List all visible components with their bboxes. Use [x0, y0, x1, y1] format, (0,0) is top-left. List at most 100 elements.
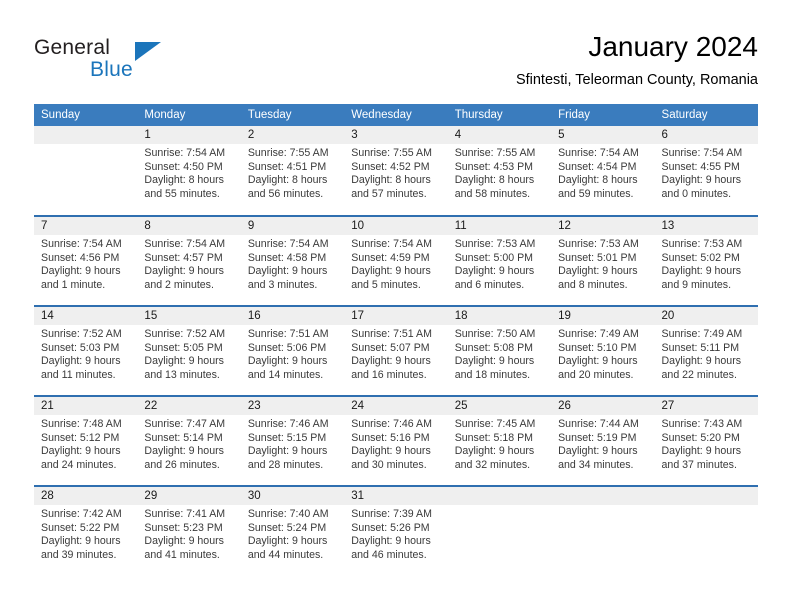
day-sun-info: Sunrise: 7:53 AM Sunset: 5:01 PM Daylight:…: [551, 235, 654, 292]
calendar-day-cell[interactable]: 30 Sunrise: 7:40 AM Sunset: 5:24 PM Dayligh…: [240, 485, 345, 576]
day-number: 26: [551, 397, 655, 415]
calendar-day-cell[interactable]: 29 Sunrise: 7:41 AM Sunset: 5:23 PM Dayligh…: [137, 485, 241, 576]
calendar-day-cell[interactable]: 16 Sunrise: 7:51 AM Sunset: 5:06 PM Dayligh…: [240, 305, 345, 396]
sunrise-text: Sunrise: 7:40 AM: [247, 508, 329, 520]
sunset-text: Sunset: 4:50 PM: [144, 160, 223, 173]
weekday-header-thursday: Thursday: [447, 104, 552, 126]
day-sun-info: Sunrise: 7:51 AM Sunset: 5:06 PM Daylight:…: [241, 325, 344, 382]
daylight-text-line1: Daylight: 9 hours: [558, 265, 638, 278]
day-number: 19: [551, 307, 655, 325]
sunset-text: Sunset: 4:52 PM: [351, 160, 430, 173]
day-sun-info: Sunrise: 7:47 AM Sunset: 5:14 PM Daylight:…: [137, 415, 240, 472]
daylight-text-line2: and 9 minutes.: [661, 278, 732, 291]
sunrise-text: Sunrise: 7:54 AM: [661, 147, 743, 159]
calendar-week-row: 14 Sunrise: 7:52 AM Sunset: 5:03 PM Dayligh…: [34, 305, 758, 396]
daylight-text-line1: Daylight: 9 hours: [247, 445, 328, 458]
sunset-text: Sunset: 5:19 PM: [558, 431, 637, 444]
day-number: 23: [240, 397, 345, 415]
calendar-day-cell[interactable]: 14 Sunrise: 7:52 AM Sunset: 5:03 PM Dayligh…: [34, 305, 138, 396]
daylight-text-line2: and 32 minutes.: [454, 458, 531, 471]
sunrise-text: Sunrise: 7:43 AM: [661, 418, 743, 430]
day-number: 18: [447, 307, 552, 325]
calendar-day-cell[interactable]: 10 Sunrise: 7:54 AM Sunset: 4:59 PM Dayligh…: [344, 215, 448, 306]
daylight-text-line2: and 3 minutes.: [247, 278, 318, 291]
daylight-text-line1: Daylight: 8 hours: [144, 174, 224, 187]
calendar-day-cell[interactable]: 22 Sunrise: 7:47 AM Sunset: 5:14 PM Dayligh…: [137, 395, 241, 486]
calendar-day-cell[interactable]: 4 Sunrise: 7:55 AM Sunset: 4:53 PM Daylight…: [447, 126, 552, 216]
calendar-week-row: 1 Sunrise: 7:54 AM Sunset: 4:50 PM Daylight…: [34, 126, 758, 216]
day-sun-info: Sunrise: 7:49 AM Sunset: 5:10 PM Daylight:…: [551, 325, 654, 382]
calendar-day-cell[interactable]: 13 Sunrise: 7:53 AM Sunset: 5:02 PM Dayligh…: [654, 215, 758, 306]
day-number: 9: [240, 217, 345, 235]
calendar-day-cell[interactable]: 23 Sunrise: 7:46 AM Sunset: 5:15 PM Dayligh…: [240, 395, 345, 486]
page-subtitle: Sfintesti, Teleorman County, Romania: [515, 72, 758, 88]
calendar-day-cell[interactable]: 18 Sunrise: 7:50 AM Sunset: 5:08 PM Dayligh…: [447, 305, 552, 396]
calendar-day-cell[interactable]: 27 Sunrise: 7:43 AM Sunset: 5:20 PM Dayligh…: [654, 395, 758, 486]
daylight-text-line2: and 28 minutes.: [247, 458, 324, 471]
daylight-text-line1: Daylight: 9 hours: [247, 535, 328, 548]
daylight-text-line2: and 26 minutes.: [144, 458, 220, 471]
day-sun-info: Sunrise: 7:54 AM Sunset: 4:54 PM Daylight:…: [551, 144, 654, 201]
sunrise-text: Sunrise: 7:54 AM: [144, 147, 226, 159]
daylight-text-line1: Daylight: 9 hours: [558, 355, 638, 368]
day-sun-info: Sunrise: 7:54 AM Sunset: 4:56 PM Daylight:…: [34, 235, 137, 292]
sunrise-text: Sunrise: 7:53 AM: [454, 238, 536, 250]
day-number: 11: [447, 217, 552, 235]
calendar-day-cell[interactable]: 25 Sunrise: 7:45 AM Sunset: 5:18 PM Dayligh…: [447, 395, 552, 486]
daylight-text-line2: and 58 minutes.: [454, 187, 531, 200]
day-number: 22: [137, 397, 241, 415]
daylight-text-line2: and 14 minutes.: [247, 368, 324, 381]
calendar-day-cell[interactable]: 31 Sunrise: 7:39 AM Sunset: 5:26 PM Dayligh…: [344, 485, 448, 576]
day-number: 2: [240, 126, 345, 144]
calendar-day-cell[interactable]: 1 Sunrise: 7:54 AM Sunset: 4:50 PM Daylight…: [137, 126, 241, 216]
day-sun-info: Sunrise: 7:53 AM Sunset: 5:02 PM Daylight:…: [655, 235, 758, 292]
calendar-day-cell[interactable]: 11 Sunrise: 7:53 AM Sunset: 5:00 PM Dayligh…: [447, 215, 552, 306]
day-number: 17: [344, 307, 448, 325]
day-number: 7: [34, 217, 138, 235]
daylight-text-line2: and 39 minutes.: [41, 548, 117, 561]
daylight-text-line2: and 11 minutes.: [41, 368, 116, 381]
daylight-text-line2: and 20 minutes.: [558, 368, 634, 381]
calendar-day-cell[interactable]: 17 Sunrise: 7:51 AM Sunset: 5:07 PM Dayligh…: [344, 305, 448, 396]
sunset-text: Sunset: 4:59 PM: [351, 251, 430, 264]
daylight-text-line1: Daylight: 9 hours: [144, 265, 224, 278]
day-sun-info: Sunrise: 7:44 AM Sunset: 5:19 PM Daylight:…: [551, 415, 654, 472]
calendar-day-cell[interactable]: 5 Sunrise: 7:54 AM Sunset: 4:54 PM Daylight…: [551, 126, 655, 216]
calendar-day-cell[interactable]: 6 Sunrise: 7:54 AM Sunset: 4:55 PM Daylight…: [654, 126, 758, 216]
calendar-day-cell[interactable]: 19 Sunrise: 7:49 AM Sunset: 5:10 PM Dayligh…: [551, 305, 655, 396]
calendar-day-cell[interactable]: 3 Sunrise: 7:55 AM Sunset: 4:52 PM Daylight…: [344, 126, 448, 216]
calendar-day-cell[interactable]: 15 Sunrise: 7:52 AM Sunset: 5:05 PM Dayligh…: [137, 305, 241, 396]
day-number: 13: [654, 217, 758, 235]
calendar-day-cell[interactable]: 21 Sunrise: 7:48 AM Sunset: 5:12 PM Dayligh…: [34, 395, 138, 486]
day-number: 15: [137, 307, 241, 325]
calendar-day-cell[interactable]: 24 Sunrise: 7:46 AM Sunset: 5:16 PM Dayligh…: [344, 395, 448, 486]
calendar-day-cell[interactable]: 9 Sunrise: 7:54 AM Sunset: 4:58 PM Daylight…: [240, 215, 345, 306]
day-sun-info: Sunrise: 7:39 AM Sunset: 5:26 PM Daylight:…: [344, 505, 447, 562]
calendar-day-cell[interactable]: 20 Sunrise: 7:49 AM Sunset: 5:11 PM Dayligh…: [654, 305, 758, 396]
calendar-day-cell[interactable]: 12 Sunrise: 7:53 AM Sunset: 5:01 PM Dayligh…: [551, 215, 655, 306]
sunrise-text: Sunrise: 7:51 AM: [247, 328, 329, 340]
sunrise-text: Sunrise: 7:54 AM: [144, 238, 226, 250]
daylight-text-line1: Daylight: 9 hours: [454, 265, 535, 278]
weekday-header-friday: Friday: [551, 104, 655, 126]
calendar-day-cell[interactable]: 26 Sunrise: 7:44 AM Sunset: 5:19 PM Dayligh…: [551, 395, 655, 486]
daylight-text-line2: and 41 minutes.: [144, 548, 220, 561]
day-number: 6: [654, 126, 758, 144]
daylight-text-line1: Daylight: 9 hours: [454, 445, 535, 458]
daylight-text-line2: and 8 minutes.: [558, 278, 628, 291]
calendar-week-row: 7 Sunrise: 7:54 AM Sunset: 4:56 PM Daylight…: [34, 215, 758, 306]
daylight-text-line1: Daylight: 9 hours: [41, 355, 121, 368]
calendar-day-cell[interactable]: 7 Sunrise: 7:54 AM Sunset: 4:56 PM Daylight…: [34, 215, 138, 306]
calendar-day-cell[interactable]: 8 Sunrise: 7:54 AM Sunset: 4:57 PM Daylight…: [137, 215, 241, 306]
sunset-text: Sunset: 4:58 PM: [247, 251, 327, 264]
sunrise-text: Sunrise: 7:52 AM: [144, 328, 226, 340]
daylight-text-line1: Daylight: 9 hours: [661, 445, 742, 458]
calendar-day-cell[interactable]: 2 Sunrise: 7:55 AM Sunset: 4:51 PM Daylight…: [240, 126, 345, 216]
sunset-text: Sunset: 5:10 PM: [558, 341, 637, 354]
day-sun-info: Sunrise: 7:54 AM Sunset: 4:57 PM Daylight:…: [137, 235, 240, 292]
calendar-day-cell[interactable]: 28 Sunrise: 7:42 AM Sunset: 5:22 PM Dayligh…: [34, 485, 138, 576]
weekday-header-monday: Monday: [137, 104, 241, 126]
sunrise-text: Sunrise: 7:48 AM: [41, 418, 122, 430]
daylight-text-line1: Daylight: 9 hours: [247, 355, 328, 368]
generalblue-logo: General Blue: [34, 36, 214, 84]
